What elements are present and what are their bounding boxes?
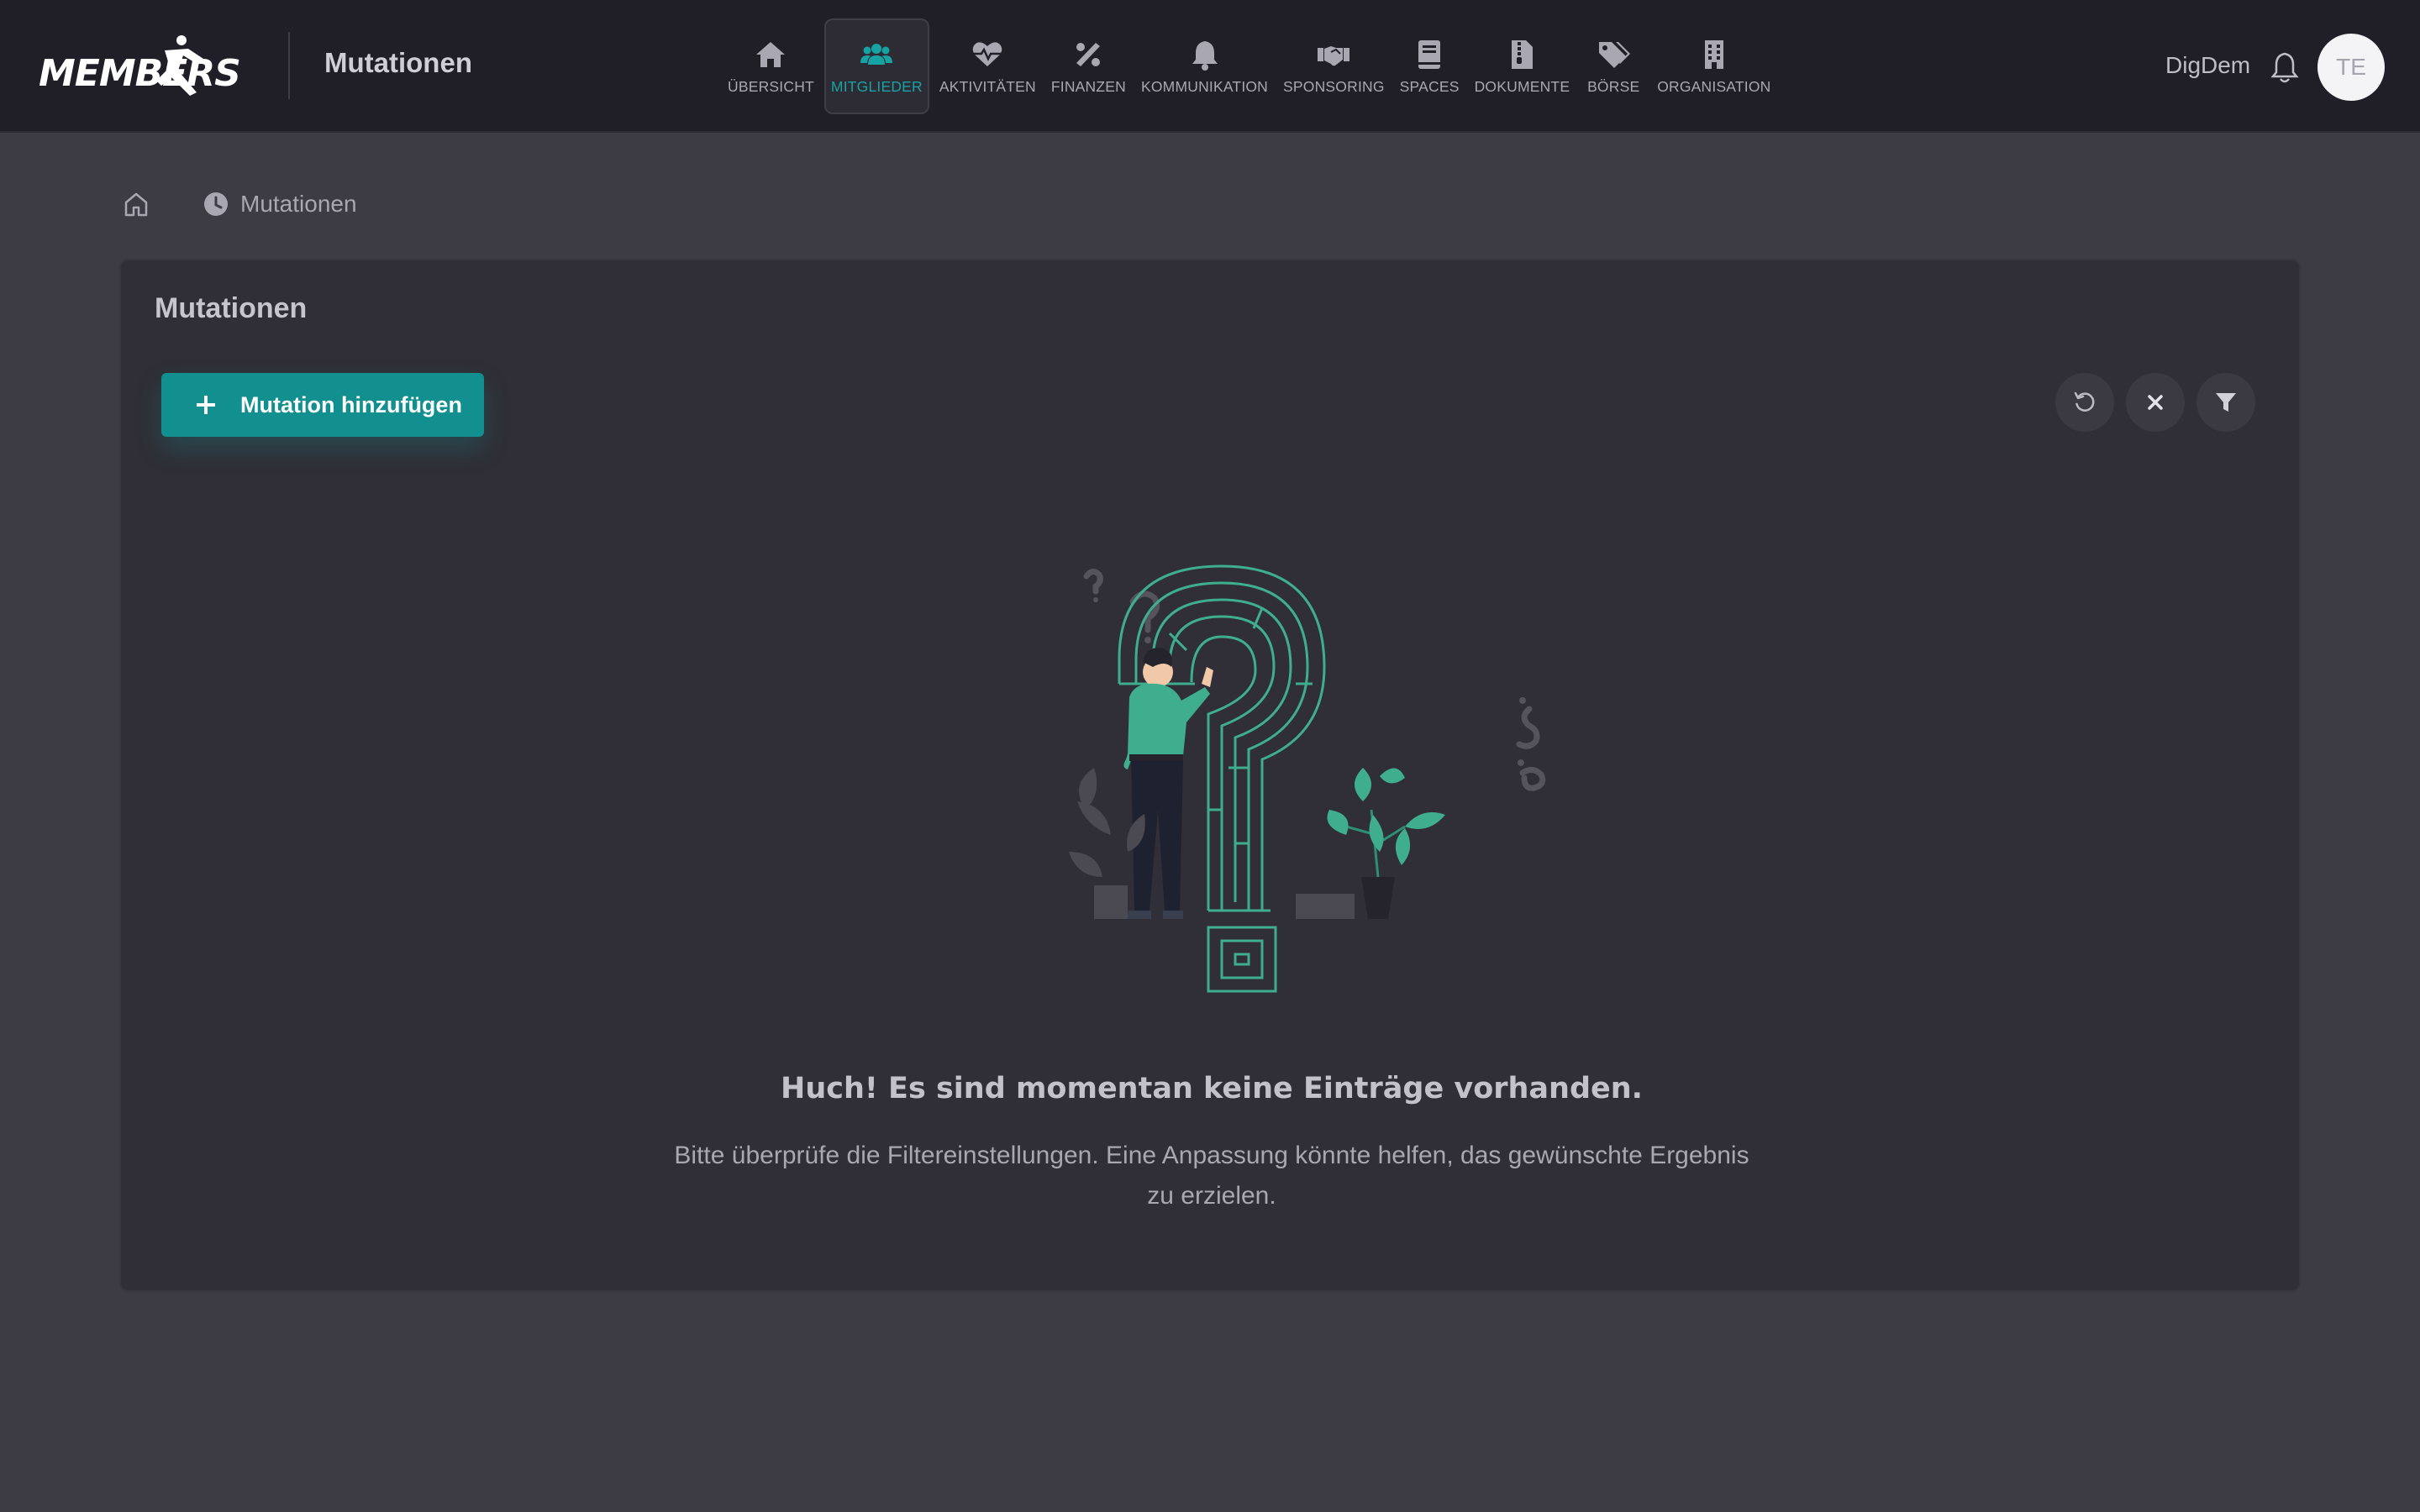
nav-item-uebersicht[interactable]: ÜBERSICHT xyxy=(723,18,819,114)
clear-filter-button[interactable] xyxy=(2126,373,2185,432)
nav-item-organisation[interactable]: ORGANISATION xyxy=(1652,18,1776,114)
breadcrumb-current[interactable]: Mutationen xyxy=(240,191,357,218)
filter-icon xyxy=(2216,393,2236,412)
potted-plant-icon xyxy=(1296,768,1445,919)
user-name[interactable]: DigDem xyxy=(2165,52,2250,79)
members-logo[interactable]: MEMBERS xyxy=(39,34,257,99)
user-avatar[interactable]: TE xyxy=(2317,34,2385,101)
logo-text: MEMBERS xyxy=(39,52,241,95)
logo-divider xyxy=(288,32,290,99)
close-icon xyxy=(2148,395,2163,410)
page-title: Mutationen xyxy=(324,47,472,78)
person-figure xyxy=(1119,648,1213,919)
building-icon xyxy=(1697,38,1731,71)
plus-icon xyxy=(195,394,217,416)
tags-icon xyxy=(1597,38,1631,71)
notification-bell-icon[interactable] xyxy=(2269,50,2301,84)
nav-item-aktivitaeten[interactable]: AKTIVITÄTEN xyxy=(934,18,1041,114)
users-icon xyxy=(860,38,893,71)
nav-label: FINANZEN xyxy=(1050,77,1126,95)
add-mutation-label: Mutation hinzufügen xyxy=(240,391,462,417)
refresh-icon xyxy=(2074,391,2095,412)
nav-label: ÜBERSICHT xyxy=(728,77,814,95)
top-bar: MEMBERS Mutationen ÜBERSICHT MITGLIEDER … xyxy=(0,0,2420,133)
nav-item-mitglieder[interactable]: MITGLIEDER xyxy=(823,18,929,114)
nav-label: AKTIVITÄTEN xyxy=(939,77,1036,95)
nav-label: MITGLIEDER xyxy=(830,77,923,95)
empty-state-text: Bitte überprüfe die Filtereinstellungen.… xyxy=(674,1142,1749,1210)
nav-label: DOKUMENTE xyxy=(1474,77,1570,95)
nav-label: BÖRSE xyxy=(1587,77,1640,95)
nav-label: KOMMUNIKATION xyxy=(1141,77,1269,95)
card-title: Mutationen xyxy=(155,292,308,324)
nav-item-spaces[interactable]: SPACES xyxy=(1395,18,1465,114)
clock-icon xyxy=(203,192,229,217)
mutations-card: Mutationen Mutation hinzufügen Huch! Es … xyxy=(119,259,2301,1292)
add-mutation-button[interactable]: Mutation hinzufügen xyxy=(161,373,484,437)
home-icon xyxy=(754,38,787,71)
empty-state-illustration xyxy=(1069,564,1546,993)
percent-icon xyxy=(1071,38,1105,71)
home-icon[interactable] xyxy=(123,191,150,218)
book-icon xyxy=(1413,38,1446,71)
handshake-icon xyxy=(1317,38,1350,71)
empty-state-title: Huch! Es sind momentan keine Einträge vo… xyxy=(781,1072,1643,1105)
nav-label: SPACES xyxy=(1399,77,1460,95)
nav-item-dokumente[interactable]: DOKUMENTE xyxy=(1470,18,1576,114)
nav-item-boerse[interactable]: BÖRSE xyxy=(1580,18,1647,114)
refresh-button[interactable] xyxy=(2055,373,2114,432)
zip-file-icon xyxy=(1505,38,1539,71)
nav-label: SPONSORING xyxy=(1283,77,1385,95)
filter-button[interactable] xyxy=(2196,373,2255,432)
main-nav: ÜBERSICHT MITGLIEDER AKTIVITÄTEN FINANZE… xyxy=(723,18,1776,114)
nav-item-finanzen[interactable]: FINANZEN xyxy=(1046,18,1131,114)
nav-item-sponsoring[interactable]: SPONSORING xyxy=(1278,18,1390,114)
nav-label: ORGANISATION xyxy=(1657,77,1771,95)
heartbeat-icon xyxy=(971,38,1004,71)
breadcrumb: Mutationen xyxy=(123,190,357,218)
bell-icon xyxy=(1188,38,1222,71)
nav-item-kommunikation[interactable]: KOMMUNIKATION xyxy=(1136,18,1273,114)
